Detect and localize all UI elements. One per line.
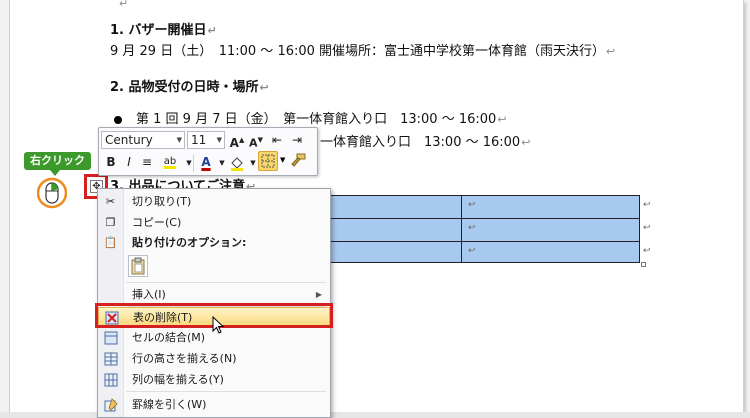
row-end-mark: ↩ xyxy=(643,200,651,210)
menu-separator xyxy=(126,282,326,283)
bullet-item-1[interactable]: 第 1 回 9 月 7 日（金） 第一体育館入り口 13:00 ～ 16:00↩ xyxy=(136,108,507,127)
clipboard-icon xyxy=(131,257,145,275)
chevron-down-icon: ▼ xyxy=(216,136,222,144)
menu-item-draw-borders[interactable]: 罫線を引く(W) xyxy=(98,395,330,415)
bullet-dot xyxy=(114,116,122,124)
chevron-down-icon: ▼ xyxy=(176,136,182,144)
cell-mark: ↩ xyxy=(468,223,476,233)
increase-indent-icon[interactable]: ⇥ xyxy=(289,132,305,148)
section1-heading[interactable]: 1. バザー開催日↵ xyxy=(110,19,217,38)
insert-icon xyxy=(103,288,118,302)
mouse-icon xyxy=(37,177,67,209)
font-name-combo[interactable]: Century ▼ xyxy=(101,131,185,149)
copy-icon: ❐ xyxy=(105,216,116,229)
menu-item-cut[interactable]: ✂ 切り取り(T) xyxy=(98,192,330,212)
distribute-columns-icon xyxy=(103,373,118,387)
cell-mark: ↩ xyxy=(468,246,476,256)
mouse-pointer-icon xyxy=(212,316,224,334)
chevron-down-icon[interactable]: ▼ xyxy=(181,155,197,171)
font-color-button[interactable]: A xyxy=(198,154,214,170)
table-column-divider xyxy=(461,196,462,262)
menu-heading-paste-options: 📋 貼り付けのオプション: xyxy=(103,236,247,249)
distribute-rows-icon xyxy=(103,352,118,366)
chevron-down-icon[interactable]: ▼ xyxy=(280,156,285,164)
cell-mark: ↩ xyxy=(468,200,476,210)
paragraph-mark: ↵ xyxy=(119,0,129,10)
table-resize-handle[interactable] xyxy=(641,262,646,267)
row-end-mark: ↩ xyxy=(643,223,651,233)
borders-button[interactable] xyxy=(258,151,278,171)
center-align-icon[interactable]: ≡ xyxy=(139,154,155,170)
row-end-mark: ↩ xyxy=(643,246,651,256)
menu-item-copy[interactable]: ❐ コピー(C) xyxy=(98,213,330,233)
highlight-color-button[interactable]: ab xyxy=(159,154,181,170)
paste-keep-source-button[interactable] xyxy=(128,255,148,277)
bullet-item-2[interactable]: 一体育館入り口 13:00 ～ 16:00↩ xyxy=(320,131,530,150)
shrink-font-button[interactable]: A▼ xyxy=(248,132,264,150)
bold-button[interactable]: B xyxy=(103,154,119,170)
mini-toolbar: Century ▼ 11 ▼ A▲ A▼ ⇤ ⇥ B I ≡ ab ▼ A ▼ … xyxy=(98,127,318,176)
menu-item-distribute-columns[interactable]: 列の幅を揃える(Y) xyxy=(98,370,330,390)
grow-font-button[interactable]: A▲ xyxy=(229,132,245,150)
section1-body[interactable]: 9 月 29 日（土） 11:00 ～ 16:00 開催場所：富士通中学校第一体… xyxy=(110,40,615,59)
chevron-down-icon[interactable]: ▼ xyxy=(214,155,230,171)
menu-item-distribute-rows[interactable]: 行の高さを揃える(N) xyxy=(98,349,330,369)
italic-button[interactable]: I xyxy=(121,154,137,170)
draw-borders-icon xyxy=(103,398,118,412)
format-painter-icon[interactable] xyxy=(289,152,307,170)
merge-cells-icon xyxy=(103,331,118,345)
menu-item-insert[interactable]: 挿入(I) ▶ xyxy=(98,285,330,305)
font-size-combo[interactable]: 11 ▼ xyxy=(187,131,225,149)
paste-options-icon: 📋 xyxy=(103,236,118,249)
chevron-right-icon: ▶ xyxy=(315,290,322,299)
toolbar-divider xyxy=(193,154,194,172)
borders-icon xyxy=(261,154,275,168)
scissors-icon: ✂ xyxy=(105,195,116,208)
right-click-callout: 右クリック xyxy=(24,152,91,176)
section2-heading[interactable]: 2. 品物受付の日時・場所↩ xyxy=(110,76,269,95)
menu-separator xyxy=(126,391,326,392)
shading-icon[interactable] xyxy=(229,155,245,171)
decrease-indent-icon[interactable]: ⇤ xyxy=(269,132,285,148)
